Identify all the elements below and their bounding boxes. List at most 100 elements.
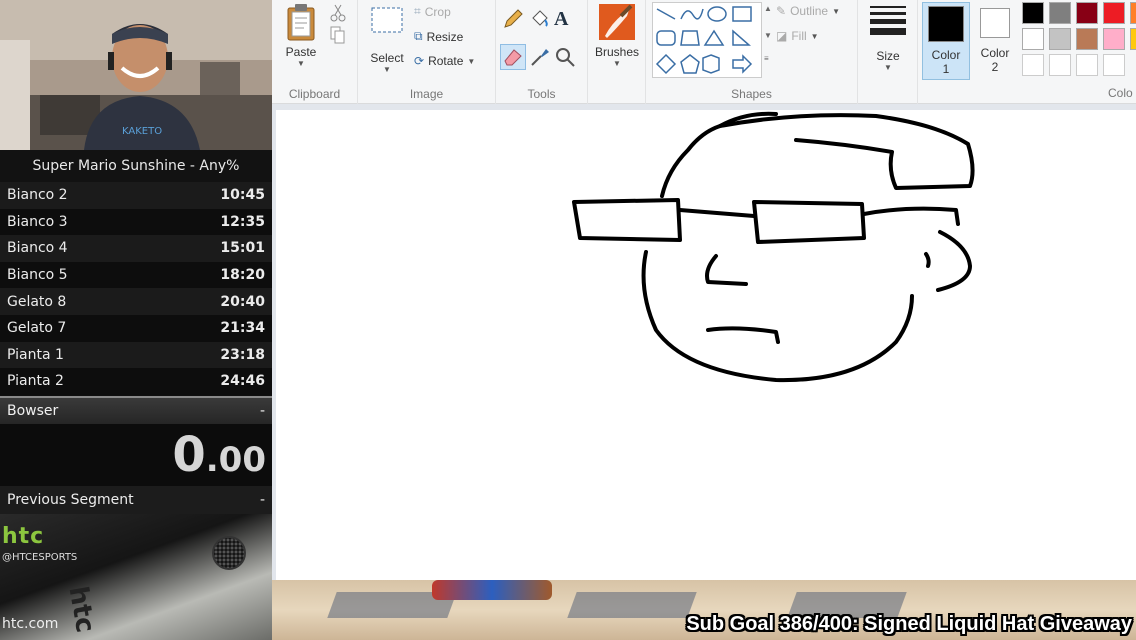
copy-button[interactable]: [330, 26, 346, 49]
split-row: Pianta 1 23:18: [0, 341, 272, 369]
color2-selector[interactable]: Color 2: [972, 2, 1018, 80]
image-group: Select ▼ ⌗ Crop ⧉ Resize ⟳ Rotate ▼ Imag…: [358, 0, 496, 104]
crop-button[interactable]: ⌗ Crop: [414, 4, 451, 19]
palette-swatch-empty[interactable]: [1103, 54, 1125, 76]
stream-overlay: KAKETO Super Mario Sunshine - Any% Bianc…: [0, 0, 272, 640]
split-name: Gelato 8: [7, 293, 67, 310]
shapes-gallery[interactable]: [652, 2, 762, 78]
drawing-canvas[interactable]: [276, 110, 1136, 580]
eyedropper-icon: [531, 49, 549, 66]
copy-icon: [330, 26, 345, 44]
split-name: Gelato 7: [7, 320, 67, 337]
palette-swatch-empty[interactable]: [1022, 54, 1044, 76]
fill-button[interactable]: ◪ Fill ▼: [776, 29, 819, 43]
mario-character: [432, 580, 552, 600]
color2-label: Color: [980, 46, 1010, 60]
rotate-label: Rotate: [428, 54, 464, 68]
color1-label: Color: [931, 48, 961, 62]
palette-swatch[interactable]: [1022, 28, 1044, 50]
palette-swatch[interactable]: [1076, 28, 1098, 50]
speaker-grille: [212, 536, 246, 570]
ground-shadow: [567, 592, 697, 618]
chevron-down-icon: ▼: [297, 59, 305, 68]
fill-label: Fill: [791, 29, 807, 43]
palette-swatch[interactable]: [1130, 2, 1136, 24]
palette-swatch-empty[interactable]: [1076, 54, 1098, 76]
sub-goal-text: Sub Goal 386/400: Signed Liquid Hat Give…: [686, 613, 1132, 635]
split-time: 12:35: [220, 213, 265, 230]
color-picker-tool[interactable]: [529, 46, 551, 73]
resize-icon: ⧉: [414, 29, 423, 43]
brush-icon: [599, 4, 635, 40]
split-time: 24:46: [220, 373, 265, 390]
splits-list: Bianco 2 10:45 Bianco 3 12:35 Bianco 4 1…: [0, 182, 272, 395]
split-time: 18:20: [220, 267, 265, 284]
game-capture: Sub Goal 386/400: Signed Liquid Hat Give…: [272, 580, 1136, 640]
colors-group-label: Colo: [1108, 86, 1133, 100]
paste-button[interactable]: Paste ▼: [278, 2, 324, 68]
size-button[interactable]: Size ▼: [862, 2, 914, 72]
palette-swatch-empty[interactable]: [1049, 54, 1071, 76]
chevron-down-icon: ▼: [832, 6, 841, 16]
color2-number: 2: [991, 60, 999, 74]
split-row: Bianco 3 12:35: [0, 208, 272, 236]
eraser-tool[interactable]: [500, 44, 526, 70]
magnifier-tool[interactable]: [554, 46, 576, 73]
resize-label: Resize: [426, 29, 464, 44]
sponsor-url: htc.com: [2, 616, 59, 632]
tools-group: A Tools: [496, 0, 588, 104]
split-row: Pianta 2 24:46: [0, 368, 272, 395]
magnifier-icon: [556, 48, 575, 67]
split-time: 10:45: [220, 187, 265, 204]
clipboard-group-label: Clipboard: [288, 87, 341, 101]
pencil-tool[interactable]: [502, 8, 524, 35]
paint-ribbon: Paste ▼ Clipboard Select ▼ ⌗ Crop ⧉ Resi…: [272, 0, 1136, 104]
shapes-scroll[interactable]: ▲ ▼ ≡: [764, 4, 774, 63]
fill-tool[interactable]: [529, 8, 551, 35]
line-size-icon: [870, 6, 906, 35]
split-name: Bianco 4: [7, 240, 68, 257]
outline-button[interactable]: ✎ Outline ▼: [776, 4, 840, 18]
clipboard-group: Paste ▼ Clipboard: [272, 0, 358, 104]
timer-seconds: 0: [172, 427, 206, 483]
crop-label: Crop: [424, 4, 451, 19]
chevron-down-icon: ▼: [884, 63, 892, 72]
split-row: Bianco 5 18:20: [0, 261, 272, 289]
rotate-icon: ⟳: [414, 54, 425, 68]
text-tool[interactable]: A: [554, 8, 568, 31]
palette-swatch[interactable]: [1103, 28, 1125, 50]
palette-swatch[interactable]: [1076, 2, 1098, 24]
brushes-button[interactable]: Brushes ▼: [592, 2, 642, 68]
size-group: Size ▼: [858, 0, 918, 104]
split-row: Bianco 2 10:45: [0, 182, 272, 209]
palette-swatch[interactable]: [1130, 28, 1136, 50]
split-row: Gelato 7 21:34: [0, 314, 272, 342]
palette-swatch[interactable]: [1103, 2, 1125, 24]
resize-button[interactable]: ⧉ Resize: [414, 29, 463, 44]
cut-button[interactable]: [330, 4, 346, 27]
color2-swatch: [980, 8, 1010, 38]
split-name: Bianco 3: [7, 213, 68, 230]
previous-segment-label: Previous Segment: [7, 492, 134, 508]
text-icon: A: [554, 8, 569, 30]
palette-swatch[interactable]: [1049, 2, 1071, 24]
expand-gallery-icon: ≡: [764, 54, 769, 63]
select-button[interactable]: Select ▼: [366, 4, 408, 74]
crop-icon: ⌗: [414, 4, 421, 18]
previous-segment: Previous Segment -: [0, 486, 272, 514]
palette-swatch[interactable]: [1022, 2, 1044, 24]
chevron-down-icon: ▼: [810, 31, 819, 41]
size-label: Size: [876, 49, 900, 63]
palette-swatch[interactable]: [1049, 28, 1071, 50]
pencil-icon: [504, 9, 523, 28]
scissors-icon: [330, 4, 346, 22]
split-name: Pianta 1: [7, 346, 64, 363]
rotate-button[interactable]: ⟳ Rotate ▼: [414, 54, 475, 68]
shapes-group-label: Shapes: [731, 87, 772, 101]
paste-label: Paste: [285, 45, 317, 59]
sponsor-banner: htc @HTCESPORTS htc htc.com: [0, 514, 272, 640]
clipboard-icon: [287, 4, 315, 41]
current-split-name: Bowser: [7, 403, 59, 419]
color1-selector[interactable]: Color 1: [922, 2, 970, 80]
webcam-feed: KAKETO: [0, 0, 272, 150]
